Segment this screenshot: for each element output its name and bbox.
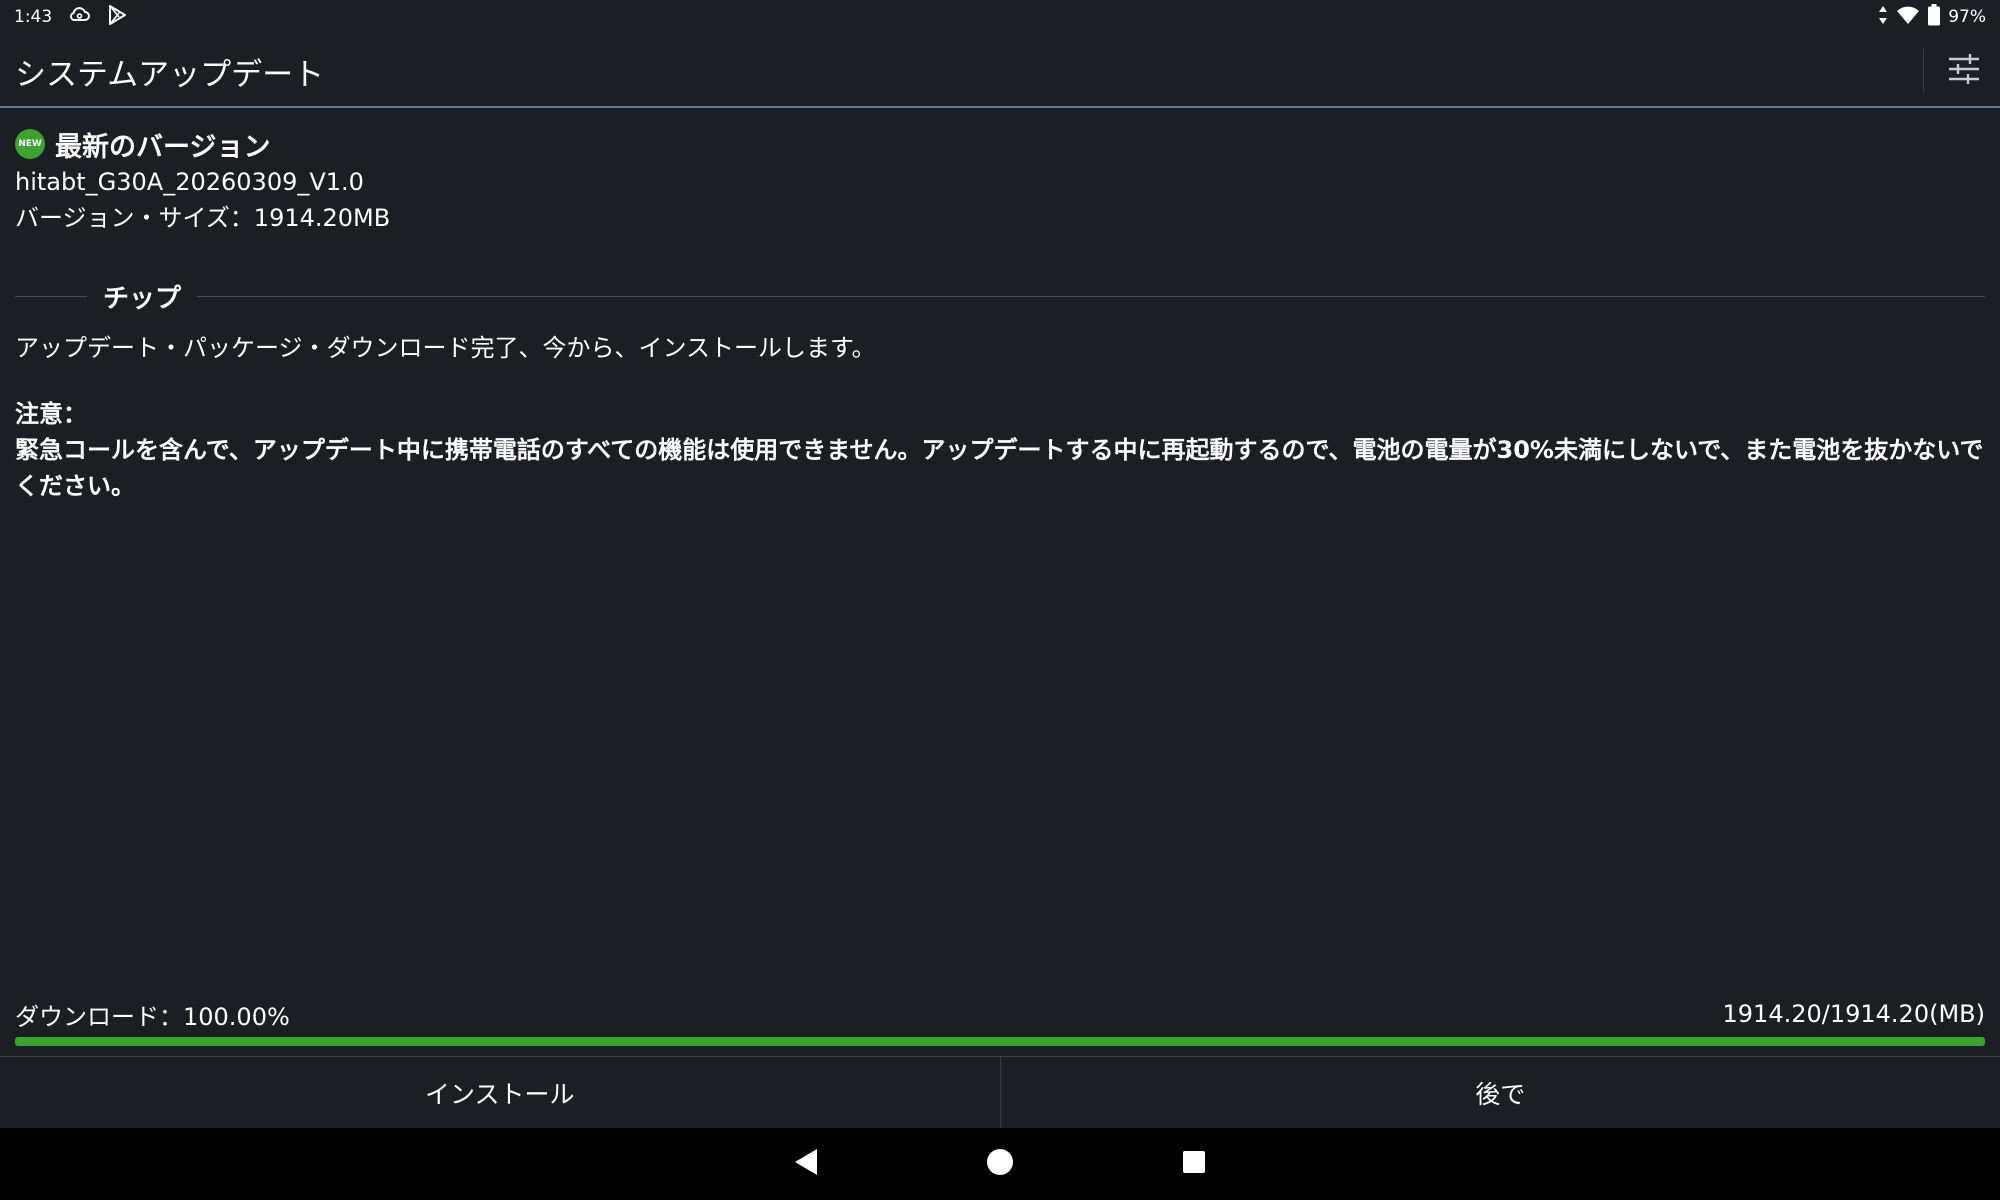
download-status: ダウンロード：100.00% 1914.20/1914.20(MB) (15, 996, 1985, 1032)
tips-label: チップ (103, 283, 182, 314)
app-bar: システムアップデート (0, 36, 2000, 108)
back-button[interactable] (784, 1142, 828, 1186)
settings-button[interactable] (1942, 49, 1986, 93)
battery-icon (1928, 3, 1941, 31)
divider-line-left (15, 295, 87, 297)
wifi-icon (1896, 5, 1920, 30)
data-arrows-icon (1878, 5, 1888, 30)
version-info: NEW 最新のバージョン hitabt_G30A_20260309_V1.0 バ… (15, 124, 1985, 236)
version-header: NEW 最新のバージョン (15, 124, 1985, 164)
tune-sliders-icon (1948, 54, 1980, 88)
version-size: バージョン・サイズ：1914.20MB (15, 204, 391, 232)
tips-message: アップデート・パッケージ・ダウンロード完了、今から、インストールします。 (15, 334, 876, 362)
recents-button[interactable] (1172, 1142, 1216, 1186)
later-button[interactable]: 後で (1001, 1057, 2000, 1128)
home-button[interactable] (978, 1142, 1022, 1186)
navigation-bar (0, 1128, 2000, 1200)
install-button[interactable]: インストール (0, 1057, 1000, 1128)
tips-body: アップデート・パッケージ・ダウンロード完了、今から、インストールします。 注意：… (15, 330, 1985, 504)
play-store-icon (106, 4, 128, 31)
new-badge-icon: NEW (15, 129, 45, 159)
version-heading: 最新のバージョン (55, 131, 271, 163)
version-name: hitabt_G30A_20260309_V1.0 (15, 168, 364, 196)
download-amount: 1914.20/1914.20(MB) (1722, 1000, 1985, 1028)
progress-fill (15, 1037, 1985, 1046)
button-bar: インストール 後で (0, 1056, 2000, 1128)
tips-divider: チップ (15, 278, 1985, 314)
home-circle-icon (986, 1148, 1014, 1180)
status-bar: 1:43 97% (0, 0, 2000, 34)
status-right: 97% (1878, 3, 1986, 31)
status-left: 1:43 (14, 4, 128, 31)
page-title: システムアップデート (15, 56, 325, 93)
download-label: ダウンロード：100.00% (15, 1002, 290, 1031)
note-title: 注意： (15, 400, 87, 428)
status-time: 1:43 (14, 7, 53, 27)
recents-square-icon (1182, 1150, 1206, 1178)
cloud-sync-icon (68, 6, 91, 28)
divider-line-right (197, 295, 1985, 297)
app-bar-divider (1923, 49, 1924, 93)
note-text: 緊急コールを含んで、アップデート中に携帯電話のすべての機能は使用できません。アッ… (15, 436, 1984, 500)
back-triangle-icon (793, 1148, 819, 1180)
download-progress-bar (15, 1037, 1985, 1046)
battery-percent: 97% (1948, 7, 1986, 27)
